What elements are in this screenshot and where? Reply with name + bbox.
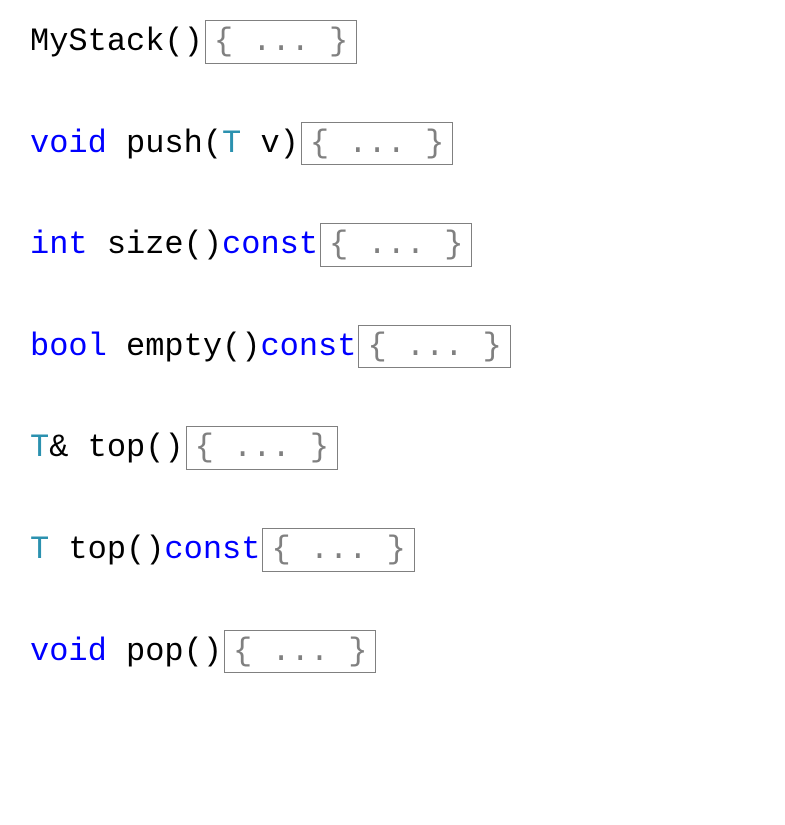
code-token: int: [30, 226, 88, 263]
code-fold-indicator[interactable]: { ... }: [224, 630, 376, 674]
code-fold-indicator[interactable]: { ... }: [205, 20, 357, 64]
code-token: MyStack: [30, 23, 164, 60]
code-line: void pop(){ ... }: [30, 630, 755, 674]
code-block: MyStack(){ ... }void push(T v){ ... }int…: [30, 20, 755, 673]
code-token: bool: [30, 328, 107, 365]
code-token: pop(): [107, 633, 222, 670]
code-token: (): [164, 23, 202, 60]
code-token: void: [30, 125, 107, 162]
code-token: T: [222, 125, 241, 162]
code-token: T: [30, 429, 49, 466]
code-line: T& top(){ ... }: [30, 426, 755, 470]
code-token: const: [164, 531, 260, 568]
code-token: size(): [88, 226, 222, 263]
code-line: bool empty()const{ ... }: [30, 325, 755, 369]
code-fold-indicator[interactable]: { ... }: [262, 528, 414, 572]
code-token: push(: [107, 125, 222, 162]
code-line: int size()const{ ... }: [30, 223, 755, 267]
code-token: const: [260, 328, 356, 365]
code-line: MyStack(){ ... }: [30, 20, 755, 64]
code-fold-indicator[interactable]: { ... }: [301, 122, 453, 166]
code-fold-indicator[interactable]: { ... }: [358, 325, 510, 369]
code-token: v): [241, 125, 299, 162]
code-line: void push(T v){ ... }: [30, 122, 755, 166]
code-line: T top()const{ ... }: [30, 528, 755, 572]
code-fold-indicator[interactable]: { ... }: [320, 223, 472, 267]
code-token: void: [30, 633, 107, 670]
code-token: top(): [49, 531, 164, 568]
code-fold-indicator[interactable]: { ... }: [186, 426, 338, 470]
code-token: T: [30, 531, 49, 568]
code-token: const: [222, 226, 318, 263]
code-token: & top(): [49, 429, 183, 466]
code-token: empty(): [107, 328, 261, 365]
